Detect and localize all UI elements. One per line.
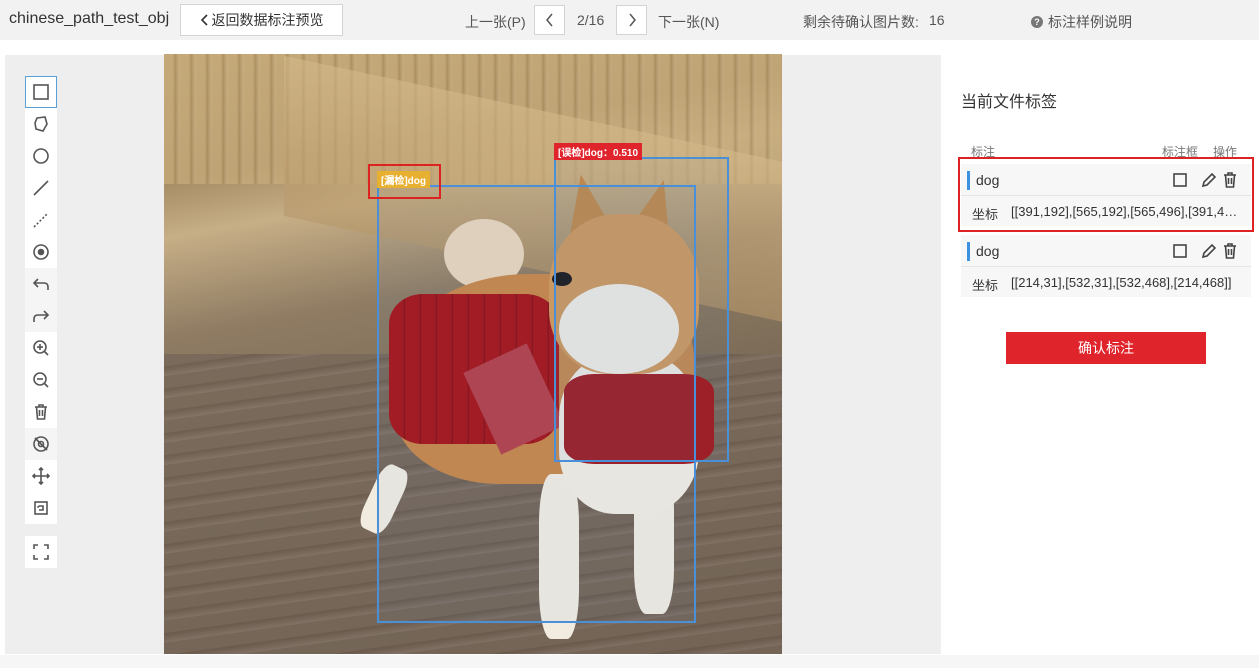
dashed-line-tool[interactable] bbox=[25, 204, 57, 236]
square-icon bbox=[1173, 244, 1187, 258]
circle-icon bbox=[33, 148, 49, 164]
undo-tool[interactable] bbox=[25, 268, 57, 300]
chevron-left-icon bbox=[200, 14, 208, 26]
top-bar: chinese_path_test_obj 返回数据标注预览 上一张(P) 2/… bbox=[0, 0, 1259, 40]
fullscreen-icon bbox=[33, 544, 49, 560]
undo-icon bbox=[32, 278, 49, 290]
trash-icon bbox=[1224, 243, 1236, 259]
zoom-in-icon bbox=[33, 340, 49, 356]
chevron-right-icon bbox=[628, 13, 636, 27]
move-icon bbox=[32, 467, 50, 485]
fullscreen-tool[interactable] bbox=[25, 536, 57, 568]
zoom-out-icon bbox=[33, 372, 49, 388]
highlight-outline bbox=[368, 164, 441, 199]
point-icon bbox=[33, 244, 49, 260]
tool-bar bbox=[25, 76, 57, 568]
point-tool[interactable] bbox=[25, 236, 57, 268]
circle-tool[interactable] bbox=[25, 140, 57, 172]
chevron-left-icon bbox=[545, 13, 553, 27]
next-image-link[interactable]: 下一张(N) bbox=[658, 12, 719, 32]
zoom-out-tool[interactable] bbox=[25, 364, 57, 396]
annotation-highlight-outline bbox=[958, 157, 1254, 232]
color-bar bbox=[967, 242, 970, 261]
rectangle-icon bbox=[33, 84, 49, 100]
delete-icon bbox=[35, 404, 47, 420]
hide-tool[interactable] bbox=[25, 428, 57, 460]
back-button-label: 返回数据标注预览 bbox=[211, 12, 324, 28]
redo-tool[interactable] bbox=[25, 300, 57, 332]
rectangle-tool[interactable] bbox=[25, 76, 57, 108]
annotation-name: dog bbox=[976, 243, 1000, 259]
prev-arrow-button[interactable] bbox=[534, 5, 565, 35]
annotation-item: dog 坐标 [[214,31],[532,31],[532,468],[214… bbox=[961, 235, 1251, 297]
bounding-box-false-positive[interactable] bbox=[554, 157, 729, 462]
delete-tool[interactable] bbox=[25, 396, 57, 428]
line-tool[interactable] bbox=[25, 172, 57, 204]
box-label-false-positive: [误检]dog：0.510 bbox=[554, 143, 643, 160]
question-icon: ? bbox=[1031, 16, 1043, 28]
polygon-tool[interactable] bbox=[25, 108, 57, 140]
back-to-preview-button[interactable]: 返回数据标注预览 bbox=[180, 4, 343, 36]
page-indicator: 2/16 bbox=[577, 12, 605, 28]
help-label: 标注样例说明 bbox=[1048, 14, 1132, 30]
zoom-in-tool[interactable] bbox=[25, 332, 57, 364]
annotation-image[interactable]: [漏检]dog [误检]dog：0.510 bbox=[164, 54, 782, 654]
confirm-annotation-button[interactable]: 确认标注 bbox=[1006, 332, 1206, 364]
remaining-count: 16 bbox=[929, 12, 945, 28]
move-tool[interactable] bbox=[25, 460, 57, 492]
coord-value: [[214,31],[532,31],[532,468],[214,468]] bbox=[1011, 275, 1232, 290]
line-icon bbox=[33, 180, 49, 196]
coord-label: 坐标 bbox=[972, 278, 999, 293]
prev-image-link[interactable]: 上一张(P) bbox=[465, 12, 526, 32]
help-link[interactable]: ? 标注样例说明 bbox=[1031, 12, 1132, 32]
redo-icon bbox=[33, 310, 50, 322]
reset-tool[interactable] bbox=[25, 492, 57, 524]
delete-button[interactable] bbox=[1221, 242, 1239, 260]
panel-title: 当前文件标签 bbox=[961, 94, 1058, 111]
remaining-label: 剩余待确认图片数: bbox=[803, 14, 919, 30]
dashed-line-icon bbox=[33, 212, 49, 228]
reset-icon bbox=[34, 501, 48, 515]
hide-icon bbox=[33, 436, 49, 452]
next-arrow-button[interactable] bbox=[616, 5, 647, 35]
edit-button[interactable] bbox=[1200, 242, 1218, 260]
bottom-strip bbox=[0, 655, 1259, 668]
polygon-icon bbox=[34, 116, 48, 132]
bbox-toggle-button[interactable] bbox=[1171, 242, 1189, 260]
page-title: chinese_path_test_obj bbox=[9, 10, 170, 27]
pencil-icon bbox=[1201, 243, 1217, 259]
